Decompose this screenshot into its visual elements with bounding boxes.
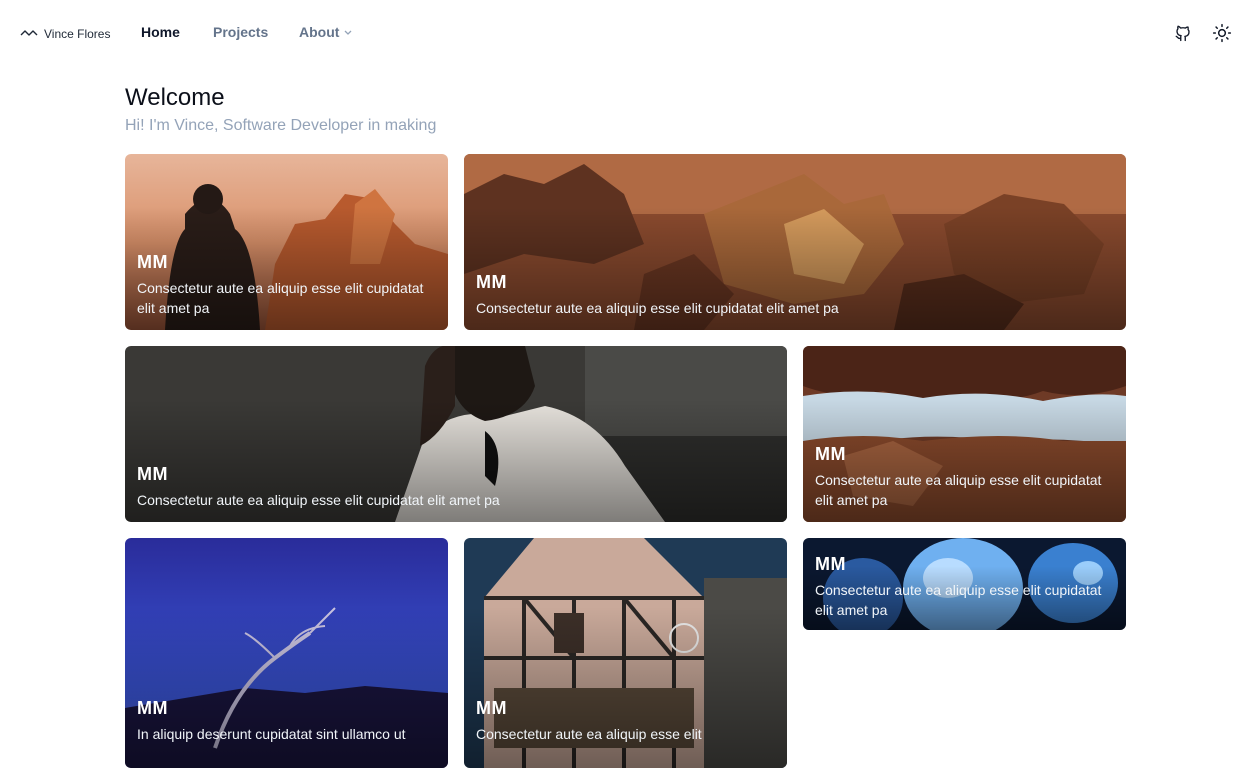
chevron-down-icon xyxy=(343,24,353,40)
nav-home[interactable]: Home xyxy=(141,24,180,40)
card-7[interactable]: MM Consectetur aute ea aliquip esse elit… xyxy=(803,538,1126,630)
card-heading: MM xyxy=(137,464,168,484)
wave-icon xyxy=(20,25,38,43)
card-caption: MM Consectetur aute ea aliquip esse elit… xyxy=(815,554,1114,620)
card-heading: MM xyxy=(476,698,507,718)
page-title: Welcome xyxy=(125,84,225,111)
page-subtitle: Hi! I'm Vince, Software Developer in mak… xyxy=(125,117,437,134)
card-text: Consectetur aute ea aliquip esse elit cu… xyxy=(137,492,500,508)
card-6[interactable]: MM Consectetur aute ea aliquip esse elit xyxy=(464,538,787,768)
nav-about-label: About xyxy=(299,24,340,40)
sun-icon[interactable] xyxy=(1211,22,1233,44)
card-caption: MM Consectetur aute ea aliquip esse elit… xyxy=(137,464,775,510)
github-icon[interactable] xyxy=(1172,22,1194,44)
card-1[interactable]: MM Consectetur aute ea aliquip esse elit… xyxy=(125,154,448,330)
card-2[interactable]: MM Consectetur aute ea aliquip esse elit… xyxy=(464,154,1126,330)
card-caption: MM Consectetur aute ea aliquip esse elit… xyxy=(137,252,436,318)
card-heading: MM xyxy=(815,554,846,574)
card-heading: MM xyxy=(815,444,846,464)
card-heading: MM xyxy=(476,272,507,292)
card-heading: MM xyxy=(137,698,168,718)
nav-projects[interactable]: Projects xyxy=(213,24,268,40)
card-text: Consectetur aute ea aliquip esse elit cu… xyxy=(137,280,424,316)
top-navigation: Vince Flores Home Projects About xyxy=(0,0,1251,66)
brand-name: Vince Flores xyxy=(44,27,111,41)
card-caption: MM Consectetur aute ea aliquip esse elit… xyxy=(476,272,1114,318)
brand-link[interactable]: Vince Flores xyxy=(20,25,110,43)
card-text: Consectetur aute ea aliquip esse elit xyxy=(476,726,702,742)
card-caption: MM Consectetur aute ea aliquip esse elit xyxy=(476,698,775,744)
card-text: Consectetur aute ea aliquip esse elit cu… xyxy=(815,472,1102,508)
card-5[interactable]: MM In aliquip deserunt cupidatat sint ul… xyxy=(125,538,448,768)
card-3[interactable]: MM Consectetur aute ea aliquip esse elit… xyxy=(125,346,787,522)
card-text: Consectetur aute ea aliquip esse elit cu… xyxy=(815,582,1102,618)
nav-about[interactable]: About xyxy=(299,24,353,40)
card-caption: MM In aliquip deserunt cupidatat sint ul… xyxy=(137,698,436,744)
card-text: Consectetur aute ea aliquip esse elit cu… xyxy=(476,300,839,316)
card-4[interactable]: MM Consectetur aute ea aliquip esse elit… xyxy=(803,346,1126,522)
card-caption: MM Consectetur aute ea aliquip esse elit… xyxy=(815,444,1114,510)
card-text: In aliquip deserunt cupidatat sint ullam… xyxy=(137,726,406,742)
card-heading: MM xyxy=(137,252,168,272)
